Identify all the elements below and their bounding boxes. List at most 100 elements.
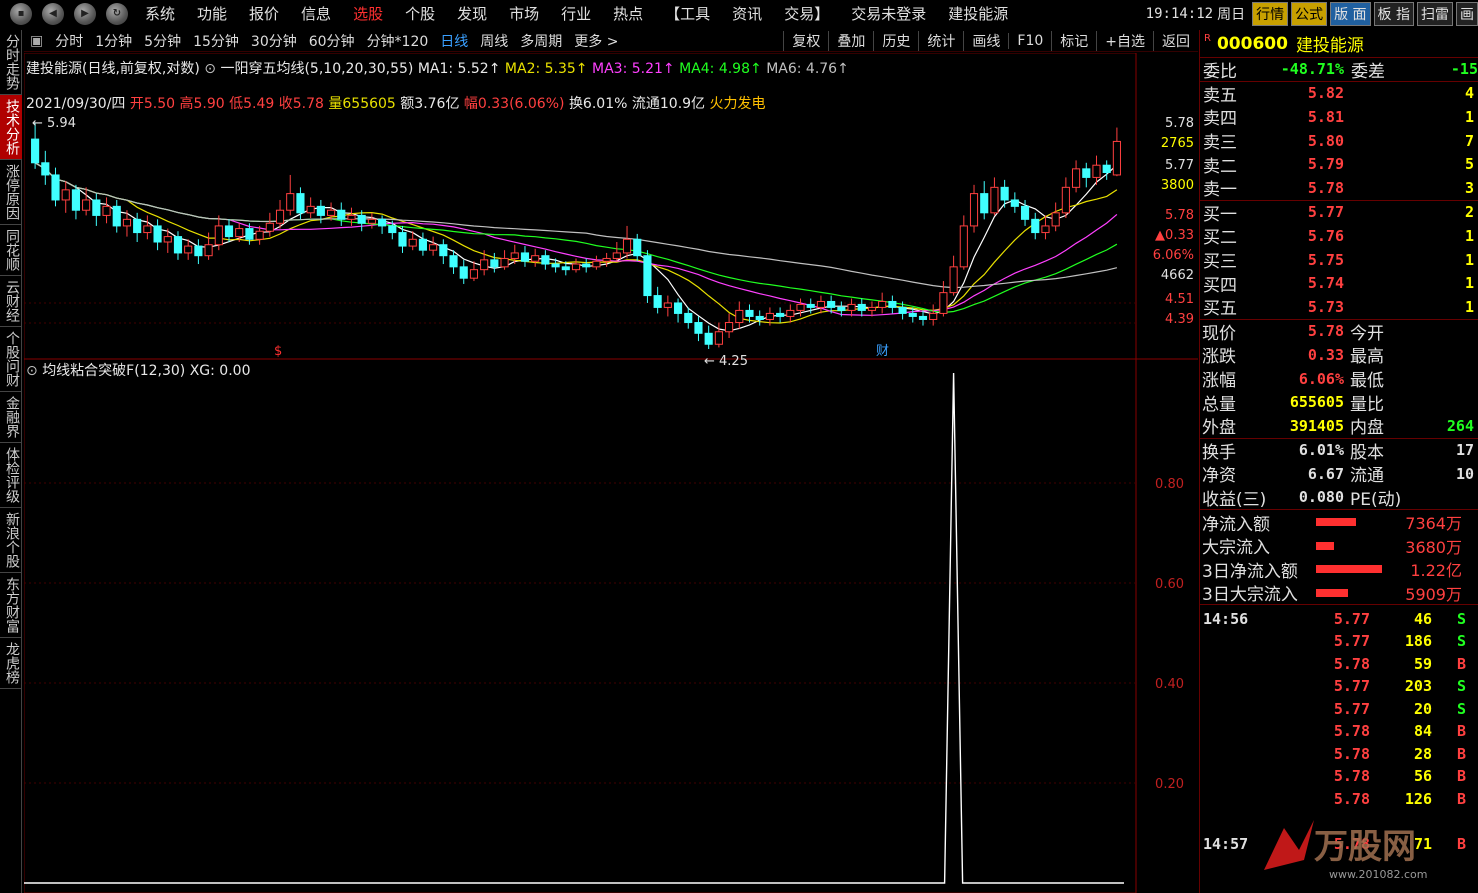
- candle-body[interactable]: [500, 257, 509, 268]
- candle-body[interactable]: [1000, 186, 1009, 201]
- candle-body[interactable]: [531, 255, 540, 262]
- period-10[interactable]: 更多 >: [568, 31, 624, 51]
- candle-body[interactable]: [918, 315, 928, 320]
- candle-body[interactable]: [1020, 205, 1030, 220]
- candle-body[interactable]: [602, 257, 611, 262]
- candle-body[interactable]: [745, 309, 754, 317]
- menu-item-2[interactable]: 报价: [238, 3, 290, 24]
- menu-item-7[interactable]: 市场: [498, 3, 550, 24]
- candle-body[interactable]: [1112, 140, 1121, 176]
- asks-row[interactable]: 卖三 5.80 7: [1200, 129, 1478, 154]
- candle-body[interactable]: [990, 186, 999, 214]
- menu-item-5[interactable]: 个股: [394, 3, 446, 24]
- candle-body[interactable]: [725, 322, 734, 333]
- sub-indicator-title[interactable]: 均线粘合突破F(12,30): [42, 363, 185, 379]
- top-button-2[interactable]: 版 面: [1330, 1, 1371, 26]
- candle-body[interactable]: [429, 244, 438, 251]
- candle-body[interactable]: [714, 331, 723, 345]
- candle-body[interactable]: [898, 306, 907, 314]
- candle-body[interactable]: [949, 266, 958, 294]
- candle-body[interactable]: [796, 303, 805, 311]
- candle-body[interactable]: [541, 255, 550, 265]
- candle-body[interactable]: [1031, 218, 1040, 234]
- candle-body[interactable]: [173, 236, 183, 254]
- candle-body[interactable]: [551, 263, 560, 268]
- dollar-marker[interactable]: $: [274, 344, 282, 359]
- period-7[interactable]: 日线: [434, 31, 474, 51]
- candle-body[interactable]: [31, 138, 40, 164]
- candle-body[interactable]: [888, 300, 897, 308]
- menu-item-12[interactable]: 交易】: [773, 3, 840, 24]
- candle-body[interactable]: [1010, 199, 1019, 207]
- candle-body[interactable]: [306, 205, 315, 214]
- asks-row[interactable]: 卖五 5.82 4: [1200, 82, 1478, 106]
- candle-body[interactable]: [194, 245, 203, 257]
- period-2[interactable]: 5分钟: [138, 31, 187, 51]
- candle-body[interactable]: [582, 263, 591, 268]
- candle-body[interactable]: [224, 225, 234, 238]
- period-1[interactable]: 1分钟: [89, 31, 138, 51]
- left-tab-6[interactable]: 金融界: [0, 392, 22, 443]
- period-9[interactable]: 多周期: [514, 31, 568, 51]
- candle-body[interactable]: [878, 300, 887, 308]
- left-tab-0[interactable]: 分时走势: [0, 30, 22, 95]
- candle-body[interactable]: [857, 303, 866, 311]
- menu-item-11[interactable]: 资讯: [721, 3, 773, 24]
- candle-body[interactable]: [61, 189, 70, 201]
- left-tab-4[interactable]: 云财经: [0, 276, 22, 327]
- candle-body[interactable]: [398, 232, 407, 247]
- candle-body[interactable]: [326, 209, 336, 216]
- bids-row[interactable]: 买五 5.73 1: [1200, 295, 1478, 320]
- bids-row[interactable]: 买一 5.77 2: [1200, 201, 1478, 225]
- tool-button-6[interactable]: 标记: [1051, 31, 1096, 51]
- candle-body[interactable]: [694, 322, 703, 334]
- bar-concept[interactable]: 火力发电: [710, 96, 766, 112]
- left-tab-1[interactable]: 技术分析: [0, 95, 22, 160]
- window-menu-button[interactable]: ▪: [10, 2, 32, 25]
- candle-body[interactable]: [459, 266, 468, 279]
- finance-marker[interactable]: 财: [876, 344, 889, 359]
- candle-body[interactable]: [622, 238, 632, 254]
- candle-body[interactable]: [653, 295, 662, 308]
- left-tab-3[interactable]: 同花顺: [0, 225, 22, 276]
- period-5[interactable]: 60分钟: [303, 31, 361, 51]
- candle-body[interactable]: [765, 312, 774, 320]
- candle-body[interactable]: [1051, 212, 1060, 227]
- candle-body[interactable]: [102, 205, 111, 216]
- candle-body[interactable]: [204, 244, 213, 257]
- candle-body[interactable]: [41, 162, 50, 176]
- candle-body[interactable]: [520, 252, 530, 262]
- candle-body[interactable]: [357, 214, 366, 224]
- candle-body[interactable]: [561, 266, 570, 271]
- candle-body[interactable]: [816, 300, 826, 308]
- candle-body[interactable]: [959, 225, 968, 268]
- menu-item-9[interactable]: 热点: [602, 3, 654, 24]
- asks-row[interactable]: 卖四 5.81 1: [1200, 105, 1478, 130]
- candle-body[interactable]: [92, 199, 101, 216]
- candle-body[interactable]: [755, 315, 764, 320]
- candle-body[interactable]: [510, 252, 519, 259]
- candle-body[interactable]: [571, 263, 581, 271]
- candle-body[interactable]: [184, 245, 193, 254]
- candle-body[interactable]: [673, 302, 683, 314]
- dropdown-icon[interactable]: ⊙: [204, 61, 216, 77]
- bids-row[interactable]: 买三 5.75 1: [1200, 248, 1478, 273]
- candle-body[interactable]: [133, 218, 142, 234]
- kline-chart[interactable]: ← 5.94 ← 4.25 $ 财 5.78 2765 5.77 3800 5.78 ▲0.33 6…: [24, 53, 1198, 893]
- candle-body[interactable]: [633, 238, 642, 257]
- candle-body[interactable]: [939, 292, 948, 314]
- period-3[interactable]: 15分钟: [187, 31, 245, 51]
- tool-button-2[interactable]: 历史: [873, 31, 918, 51]
- period-0[interactable]: 分时: [49, 31, 89, 51]
- candle-body[interactable]: [735, 309, 744, 324]
- bids-row[interactable]: 买二 5.76 1: [1200, 224, 1478, 249]
- candle-body[interactable]: [643, 255, 652, 297]
- candle-body[interactable]: [469, 269, 479, 279]
- candle-body[interactable]: [1082, 168, 1091, 178]
- candle-body[interactable]: [296, 193, 305, 214]
- left-tab-7[interactable]: 体检评级: [0, 443, 22, 508]
- left-tab-2[interactable]: 涨停原因: [0, 160, 22, 225]
- candle-body[interactable]: [806, 303, 815, 308]
- candle-body[interactable]: [480, 259, 489, 271]
- indicator-name[interactable]: 一阳穿五均线(5,10,20,30,55): [220, 61, 413, 77]
